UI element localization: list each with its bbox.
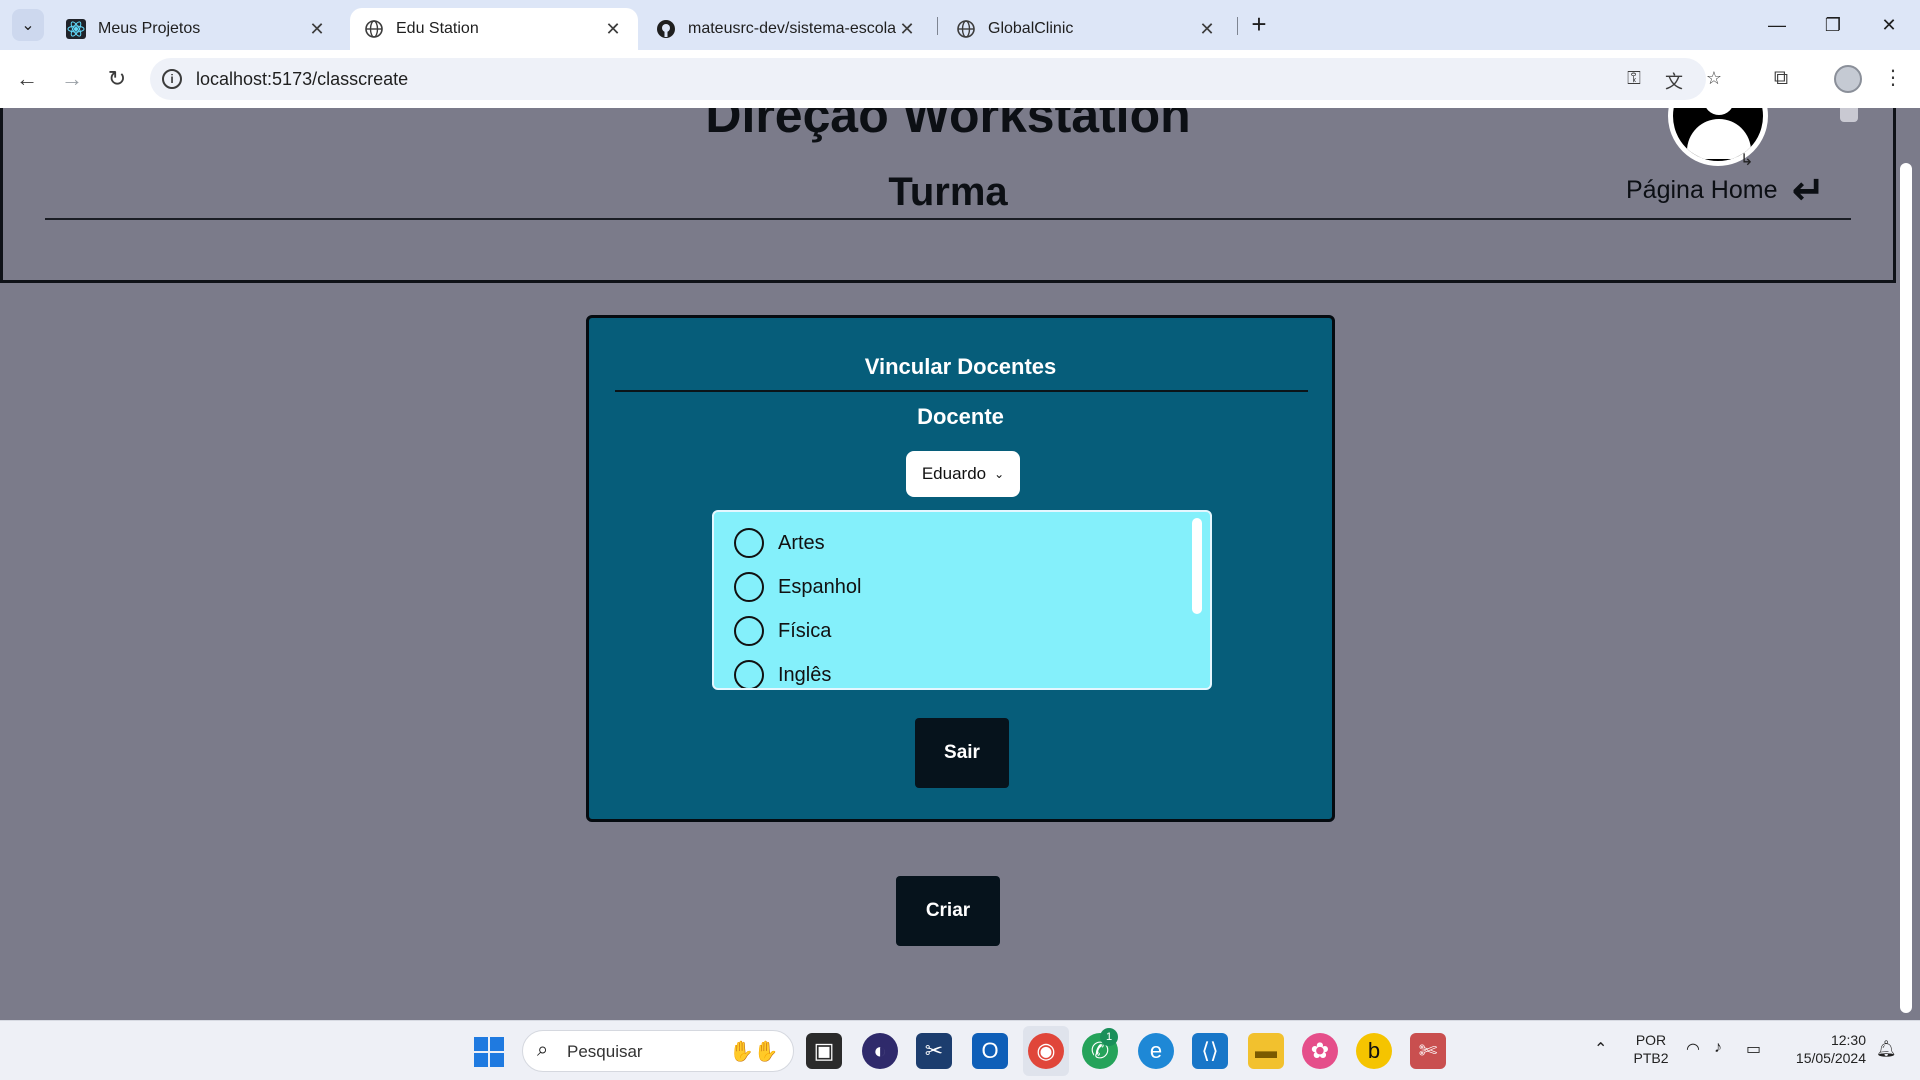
reload-icon[interactable]: ↻ bbox=[100, 62, 134, 96]
github-favicon-icon bbox=[657, 20, 675, 38]
page-scrollbar[interactable] bbox=[1900, 163, 1912, 1013]
avatar-head bbox=[1704, 108, 1734, 115]
volume-icon[interactable]: ♪ bbox=[1714, 1039, 1722, 1057]
clock-time: 12:30 bbox=[1830, 1032, 1866, 1048]
docente-select-value: Eduardo bbox=[921, 464, 987, 483]
notifications-bell-icon[interactable]: 🔔︎ bbox=[1876, 1039, 1896, 1059]
app-title: Direção Workstation bbox=[705, 108, 1191, 143]
return-arrow-icon: ↵ bbox=[1791, 168, 1825, 213]
clock-date: 15/05/2024 bbox=[1795, 1050, 1866, 1066]
translate-icon[interactable]: 文 bbox=[1662, 68, 1686, 92]
file-explorer-icon[interactable]: ▬ bbox=[1248, 1033, 1284, 1069]
edge-app-icon[interactable]: e bbox=[1138, 1033, 1174, 1069]
windows-taskbar: ⌕ Pesquisar ✋✋ ▣ ◐ ✂ O ◉ ✆ 1 e ⟨⟩ ▬ ✿ b … bbox=[0, 1020, 1920, 1080]
outlook-app-icon[interactable]: O bbox=[972, 1033, 1008, 1069]
close-window-icon[interactable]: ✕ bbox=[1866, 8, 1912, 42]
chrome-app-icon[interactable]: ◉ bbox=[1028, 1033, 1064, 1069]
address-bar[interactable]: i localhost:5173/classcreate ⚿ 文 ☆ bbox=[150, 58, 1722, 100]
create-button[interactable]: Criar bbox=[896, 876, 1000, 946]
clock[interactable]: 12:30 15/05/2024 bbox=[1784, 1031, 1866, 1067]
close-tab-icon[interactable]: ✕ bbox=[306, 19, 328, 40]
taskbar-search-placeholder: Pesquisar bbox=[567, 1042, 643, 1061]
subject-list[interactable]: Artes Espanhol Física Inglês bbox=[712, 510, 1212, 690]
chevron-down-icon: ⌄ bbox=[994, 467, 1005, 481]
browser-toolbar: ← → ↻ i localhost:5173/classcreate ⚿ 文 ☆… bbox=[0, 50, 1920, 108]
tab-search-menu-icon[interactable]: ⌄ bbox=[12, 9, 44, 41]
exit-button[interactable]: Sair bbox=[915, 718, 1009, 788]
snipping-tool-icon[interactable]: ✄ bbox=[1410, 1033, 1446, 1069]
tab-title: mateusrc-dev/sistema-escolar- bbox=[688, 20, 896, 37]
tab-meus-projetos[interactable]: Meus Projetos ✕ bbox=[52, 8, 342, 50]
list-item-ingles[interactable]: Inglês bbox=[734, 660, 832, 688]
browser-tabbar: ⌄ Meus Projetos ✕ Edu Station ✕ mateusrc… bbox=[0, 0, 1920, 50]
site-info-icon[interactable]: i bbox=[162, 69, 182, 89]
tab-title: Meus Projetos bbox=[98, 20, 201, 37]
restore-window-icon[interactable]: ❐ bbox=[1810, 8, 1856, 42]
subject-label: Física bbox=[778, 619, 832, 642]
forward-arrow-icon[interactable]: → bbox=[55, 62, 89, 96]
subject-radio[interactable] bbox=[734, 660, 764, 688]
tab-separator bbox=[937, 17, 938, 35]
list-item-artes[interactable]: Artes bbox=[734, 528, 825, 558]
card-title: Vincular Docentes bbox=[864, 354, 1057, 379]
docente-label: Docente bbox=[917, 404, 1004, 429]
subject-label: Inglês bbox=[778, 663, 832, 686]
list-scrollbar[interactable] bbox=[1192, 518, 1202, 614]
paint-app-icon[interactable]: ✿ bbox=[1302, 1033, 1338, 1069]
subject-radio[interactable] bbox=[734, 528, 764, 558]
moon-app-icon[interactable]: ◐ bbox=[862, 1033, 898, 1069]
url-text[interactable]: localhost:5173/classcreate bbox=[196, 69, 408, 90]
tab-github-repo[interactable]: mateusrc-dev/sistema-escolar- ✕ bbox=[642, 8, 932, 50]
tab-title: GlobalClinic bbox=[988, 20, 1074, 37]
close-tab-icon[interactable]: ✕ bbox=[896, 19, 918, 40]
subject-radio[interactable] bbox=[734, 572, 764, 602]
new-tab-button[interactable]: + bbox=[1244, 10, 1274, 40]
whatsapp-badge: 1 bbox=[1100, 1028, 1118, 1046]
search-highlight-icon: ✋✋ bbox=[729, 1041, 779, 1063]
subject-label: Espanhol bbox=[778, 575, 862, 598]
trash-icon[interactable] bbox=[1840, 108, 1858, 122]
language-indicator[interactable]: POR PTB2 bbox=[1630, 1031, 1672, 1067]
tab-globalclinic[interactable]: GlobalClinic ✕ bbox=[942, 8, 1232, 50]
bing-app-icon[interactable]: b bbox=[1356, 1033, 1392, 1069]
key-icon[interactable]: ⚿ bbox=[1622, 68, 1646, 92]
extensions-puzzle-icon[interactable]: ⧉ bbox=[1766, 63, 1796, 93]
list-item-fisica[interactable]: Física bbox=[734, 616, 831, 646]
section-title: Turma bbox=[888, 170, 1008, 214]
task-view-icon[interactable]: ▣ bbox=[806, 1033, 842, 1069]
home-link[interactable]: Página Home ↵ bbox=[1626, 168, 1825, 213]
close-tab-icon[interactable]: ✕ bbox=[1196, 19, 1218, 40]
taskbar-search[interactable]: ⌕ Pesquisar ✋✋ bbox=[522, 1030, 794, 1072]
card-divider bbox=[615, 390, 1308, 392]
battery-icon[interactable]: ▭ bbox=[1746, 1039, 1761, 1059]
close-tab-icon[interactable]: ✕ bbox=[602, 19, 624, 40]
globe-favicon-icon bbox=[957, 20, 975, 38]
subject-radio[interactable] bbox=[734, 616, 764, 646]
tab-title: Edu Station bbox=[396, 20, 479, 37]
capcut-app-icon[interactable]: ✂ bbox=[916, 1033, 952, 1069]
tab-separator bbox=[1237, 17, 1238, 35]
minimize-window-icon[interactable]: — bbox=[1754, 8, 1800, 42]
home-link-label: Página Home bbox=[1626, 176, 1778, 204]
bookmark-star-icon[interactable]: ☆ bbox=[1702, 68, 1726, 92]
react-favicon-icon bbox=[66, 19, 86, 39]
page-content: Direção Workstation ↳ Turma Página Home … bbox=[0, 108, 1920, 1020]
browser-menu-icon[interactable]: ⋮ bbox=[1878, 63, 1908, 93]
subject-label: Artes bbox=[778, 531, 825, 554]
profile-avatar[interactable] bbox=[1834, 65, 1862, 93]
search-icon: ⌕ bbox=[537, 1039, 549, 1061]
language-code: POR bbox=[1635, 1032, 1667, 1048]
globe-favicon-icon bbox=[365, 20, 383, 38]
keyboard-layout: PTB2 bbox=[1633, 1050, 1669, 1066]
windows-start-icon[interactable] bbox=[474, 1037, 504, 1067]
tab-edu-station[interactable]: Edu Station ✕ bbox=[350, 8, 638, 50]
list-item-espanhol[interactable]: Espanhol bbox=[734, 572, 861, 602]
wifi-icon[interactable]: ◠ bbox=[1686, 1039, 1700, 1059]
docente-select[interactable]: Eduardo ⌄ bbox=[906, 451, 1020, 497]
vscode-app-icon[interactable]: ⟨⟩ bbox=[1192, 1033, 1228, 1069]
tray-overflow-icon[interactable]: ⌃ bbox=[1594, 1039, 1607, 1059]
back-arrow-icon[interactable]: ← bbox=[10, 62, 44, 96]
link-teachers-card: Vincular Docentes Docente Eduardo ⌄ Arte… bbox=[586, 315, 1335, 822]
section-header: Turma Página Home ↵ bbox=[45, 158, 1851, 220]
